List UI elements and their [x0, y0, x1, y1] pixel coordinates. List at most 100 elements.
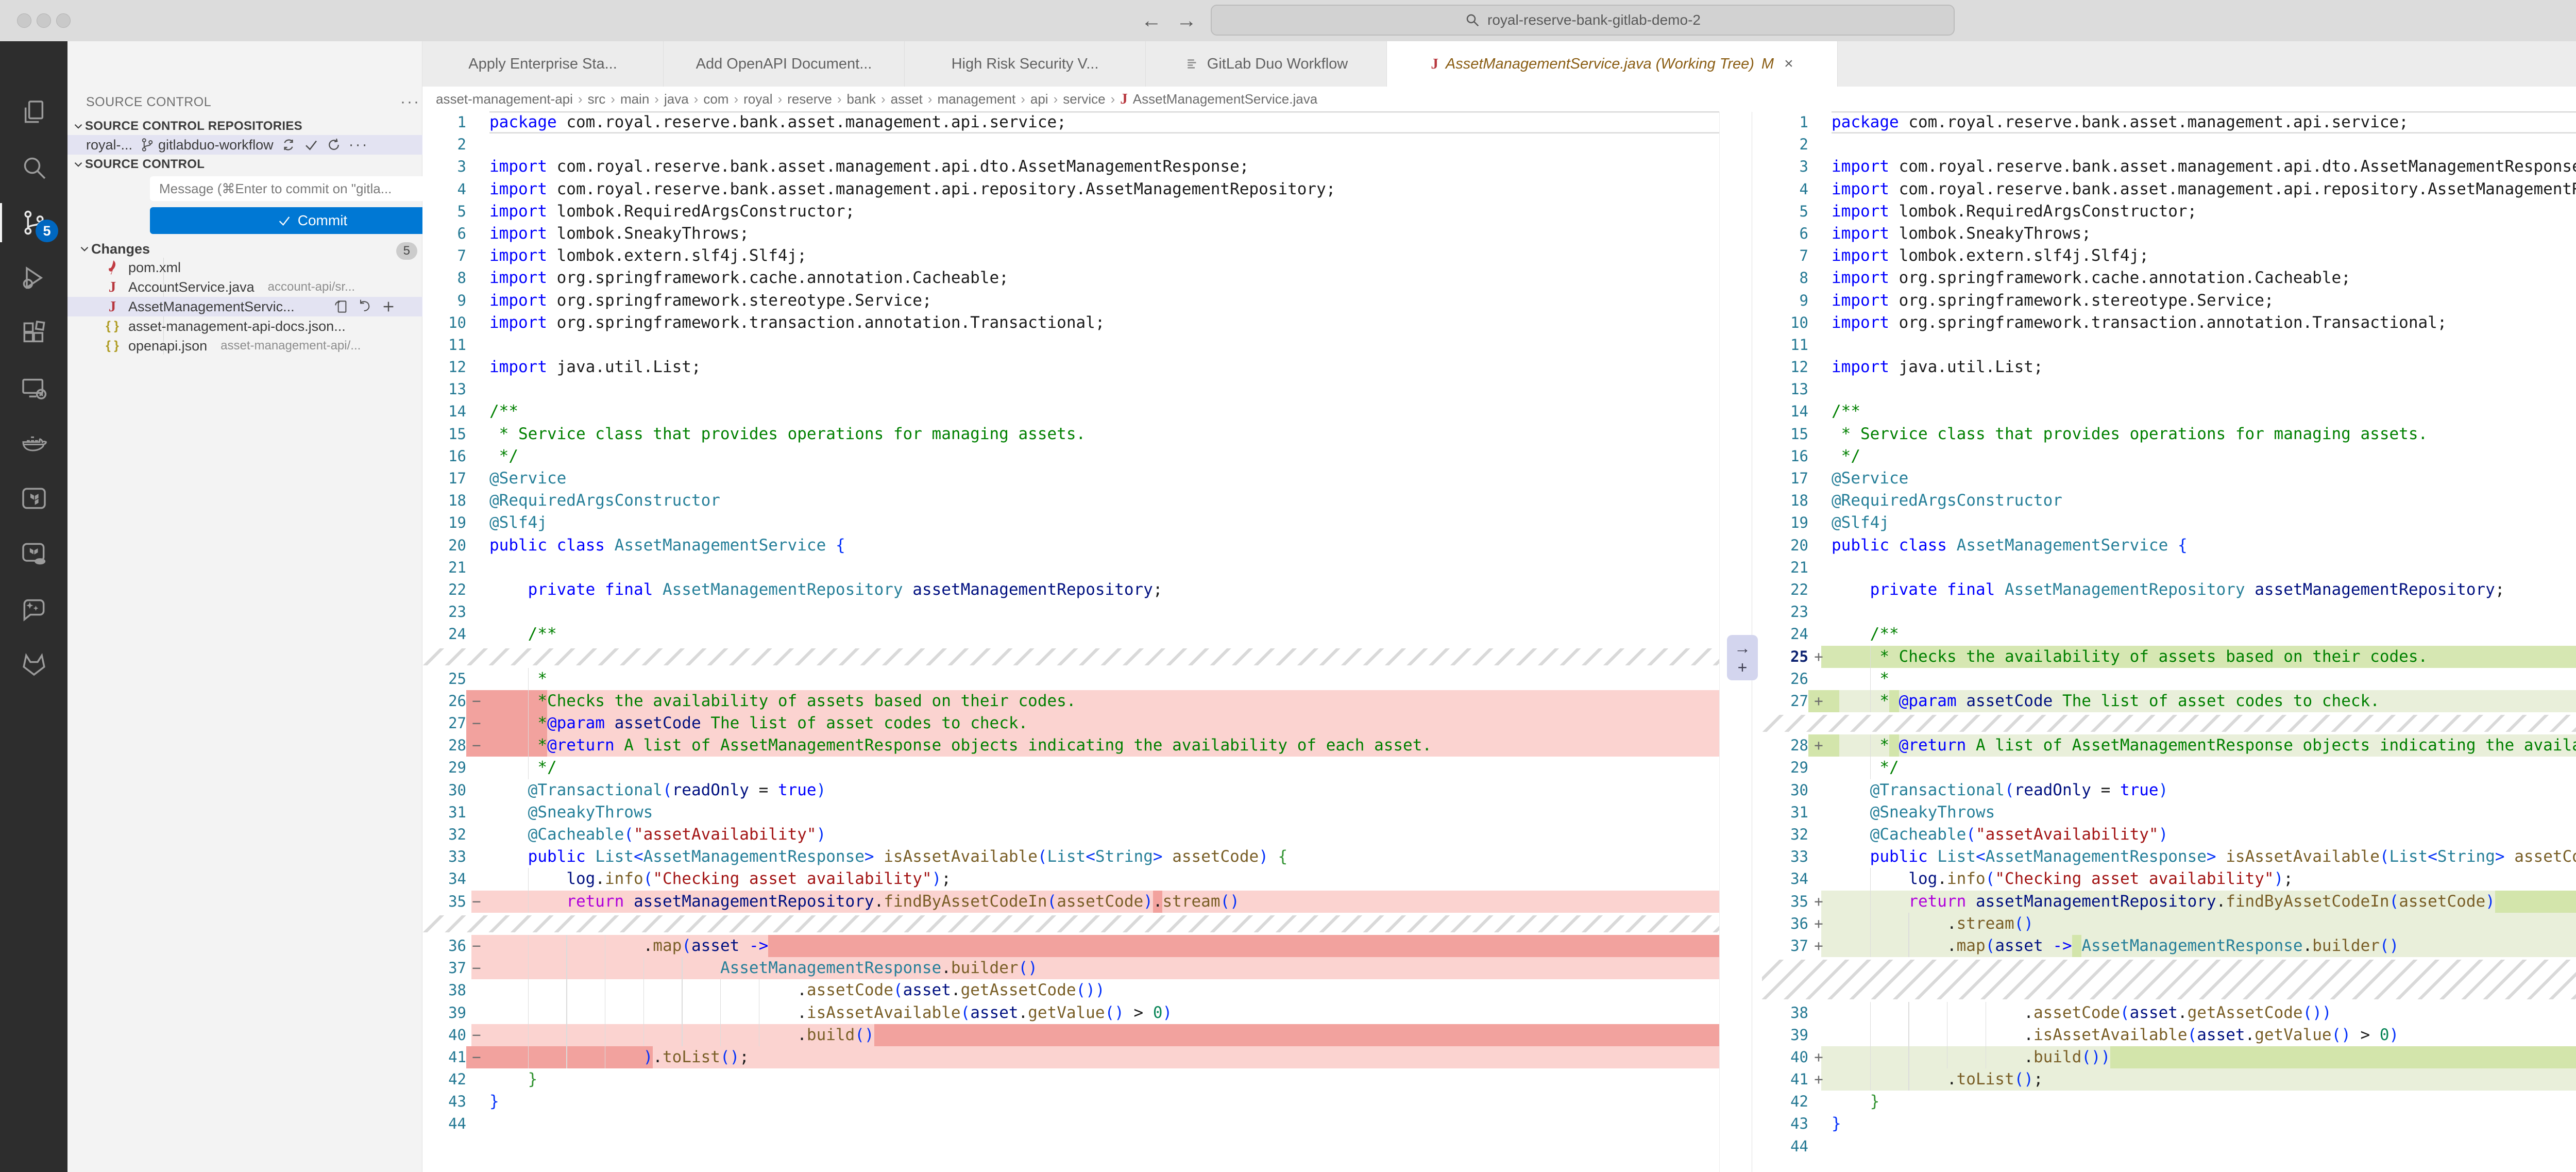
code-line-34[interactable]: 34 log.info("Checking asset availability…	[1752, 868, 2576, 890]
code-line-15[interactable]: 15 * Service class that provides operati…	[1752, 423, 2576, 445]
tab-high-risk-security-v-[interactable]: High Risk Security V...	[905, 41, 1146, 87]
breadcrumb-item[interactable]: java	[664, 91, 689, 107]
diff-spacer[interactable]	[1752, 712, 2576, 734]
close-window-icon[interactable]	[17, 13, 31, 28]
code-line-13[interactable]: 13	[1752, 378, 2576, 400]
code-line-18[interactable]: 18@RequiredArgsConstructor	[1752, 490, 2576, 512]
stage-block-icon[interactable]: +	[1738, 658, 1748, 677]
breadcrumb-item[interactable]: asset	[891, 91, 923, 107]
check-icon[interactable]	[303, 137, 319, 153]
activity-item-explorer[interactable]	[0, 87, 67, 138]
code-line-9[interactable]: 9import org.springframework.stereotype.S…	[422, 290, 1752, 312]
code-line-20[interactable]: 20public class AssetManagementService {	[422, 534, 1752, 557]
tab-gitlab-duo-workflow[interactable]: GitLab Duo Workflow	[1146, 41, 1387, 87]
breadcrumb-item[interactable]: com	[703, 91, 728, 107]
code-line-42[interactable]: 42 }	[422, 1068, 1752, 1091]
minimize-window-icon[interactable]	[37, 13, 51, 28]
code-line-8[interactable]: 8import org.springframework.cache.annota…	[422, 267, 1752, 289]
code-line-23[interactable]: 23	[422, 601, 1752, 623]
tab-add-openapi-document-[interactable]: Add OpenAPI Document...	[664, 41, 905, 87]
navigate-back-icon[interactable]: ←	[1141, 9, 1162, 32]
code-line-34[interactable]: 34 log.info("Checking asset availability…	[422, 868, 1752, 890]
section-source-control[interactable]: SOURCE CONTROL	[67, 156, 427, 173]
file-row-assetmanagementservic-[interactable]: JAssetManagementServic...M	[67, 297, 459, 316]
code-line-1[interactable]: 1package com.royal.reserve.bank.asset.ma…	[1752, 111, 2576, 133]
code-line-24[interactable]: 24 /**	[1752, 623, 2576, 645]
code-line-17[interactable]: 17@Service	[422, 467, 1752, 490]
breadcrumb-item[interactable]: asset-management-api	[436, 91, 573, 107]
code-line-8[interactable]: 8import org.springframework.cache.annota…	[1752, 267, 2576, 289]
code-line-3[interactable]: 3import com.royal.reserve.bank.asset.man…	[1752, 156, 2576, 178]
code-line-12[interactable]: 12import java.util.List;	[1752, 356, 2576, 378]
activity-item-run-debug[interactable]	[0, 252, 67, 304]
code-line-10[interactable]: 10import org.springframework.transaction…	[1752, 312, 2576, 334]
code-line-28[interactable]: 28+ * @return A list of AssetManagementR…	[1752, 734, 2576, 757]
activity-item-terraform-cloud[interactable]	[0, 528, 67, 579]
code-line-29[interactable]: 29 */	[422, 757, 1752, 779]
close-tab-icon[interactable]: ×	[1784, 55, 1793, 73]
code-line-18[interactable]: 18@RequiredArgsConstructor	[422, 490, 1752, 512]
code-line-41[interactable]: 41+ .toList();	[1752, 1068, 2576, 1091]
activity-item-terraform[interactable]	[0, 473, 67, 524]
breadcrumb-item[interactable]: main	[620, 91, 649, 107]
code-line-24[interactable]: 24 /**	[422, 623, 1752, 645]
code-line-44[interactable]: 44	[1752, 1135, 2576, 1158]
code-line-43[interactable]: 43}	[1752, 1113, 2576, 1135]
code-line-27[interactable]: 27− *@param assetCode The list of asset …	[422, 712, 1752, 734]
code-line-6[interactable]: 6import lombok.SneakyThrows;	[1752, 223, 2576, 245]
changes-header[interactable]: Changes 5	[67, 240, 433, 258]
code-line-22[interactable]: 22 private final AssetManagementReposito…	[1752, 579, 2576, 601]
file-row-accountservice-java[interactable]: JAccountService.javaaccount-api/sr...M	[67, 277, 459, 297]
file-row-openapi-json[interactable]: { }openapi.jsonasset-management-api/...U	[67, 336, 459, 356]
code-line-39[interactable]: 39 .isAssetAvailable(asset.getValue() > …	[422, 1002, 1752, 1024]
code-line-2[interactable]: 2	[1752, 133, 2576, 156]
code-line-43[interactable]: 43}	[422, 1091, 1752, 1113]
activity-item-source-control[interactable]: 5	[0, 197, 67, 248]
code-line-12[interactable]: 12import java.util.List;	[422, 356, 1752, 378]
diff-spacer[interactable]	[422, 646, 1752, 668]
code-line-14[interactable]: 14/**	[1752, 400, 2576, 423]
code-line-40[interactable]: 40− .build()	[422, 1024, 1752, 1046]
sidebar-more-actions[interactable]: ···	[400, 93, 420, 111]
code-line-28[interactable]: 28− *@return A list of AssetManagementRe…	[422, 734, 1752, 757]
code-line-41[interactable]: 41− ).toList();	[422, 1046, 1752, 1068]
section-repositories[interactable]: SOURCE CONTROL REPOSITORIES	[67, 118, 427, 135]
code-line-19[interactable]: 19@Slf4j	[422, 512, 1752, 534]
code-line-31[interactable]: 31 @SneakyThrows	[422, 801, 1752, 824]
code-line-32[interactable]: 32 @Cacheable("assetAvailability")	[422, 824, 1752, 846]
code-line-31[interactable]: 31 @SneakyThrows	[1752, 801, 2576, 824]
code-line-44[interactable]: 44	[422, 1113, 1752, 1135]
breadcrumb[interactable]: asset-management-api›src›main›java›com›r…	[422, 87, 2576, 112]
code-line-27[interactable]: 27+ * @param assetCode The list of asset…	[1752, 690, 2576, 712]
code-line-21[interactable]: 21	[1752, 557, 2576, 579]
repo-ellipsis-icon[interactable]: ···	[349, 136, 369, 154]
code-line-21[interactable]: 21	[422, 557, 1752, 579]
tab-apply-enterprise-sta-[interactable]: Apply Enterprise Sta...	[422, 41, 664, 87]
code-line-30[interactable]: 30 @Transactional(readOnly = true)	[1752, 779, 2576, 801]
code-line-7[interactable]: 7import lombok.extern.slf4j.Slf4j;	[1752, 245, 2576, 267]
repository-row[interactable]: royal-... gitlabduo-workflow ···	[67, 135, 441, 155]
stage-plus-icon[interactable]	[380, 298, 397, 315]
sync-icon[interactable]	[281, 137, 296, 153]
code-line-5[interactable]: 5import lombok.RequiredArgsConstructor;	[422, 200, 1752, 223]
code-line-3[interactable]: 3import com.royal.reserve.bank.asset.man…	[422, 156, 1752, 178]
code-line-33[interactable]: 33 public List<AssetManagementResponse> …	[1752, 846, 2576, 868]
code-line-38[interactable]: 38 .assetCode(asset.getAssetCode())	[1752, 1002, 2576, 1024]
command-center-search[interactable]: royal-reserve-bank-gitlab-demo-2	[1211, 5, 1955, 36]
code-line-23[interactable]: 23	[1752, 601, 2576, 623]
activity-item-docker[interactable]	[0, 417, 67, 469]
file-row-asset-management-api-docs-json-[interactable]: { }asset-management-api-docs.json...U	[67, 316, 459, 336]
code-line-2[interactable]: 2	[422, 133, 1752, 156]
navigate-forward-icon[interactable]: →	[1176, 9, 1197, 32]
code-line-35[interactable]: 35+ return assetManagementRepository.fin…	[1752, 891, 2576, 913]
code-line-11[interactable]: 11	[422, 334, 1752, 356]
code-line-16[interactable]: 16 */	[422, 445, 1752, 467]
discard-icon[interactable]	[357, 298, 373, 315]
diff-spacer[interactable]	[422, 913, 1752, 935]
code-line-35[interactable]: 35− return assetManagementRepository.fin…	[422, 891, 1752, 913]
breadcrumb-item[interactable]: royal	[743, 91, 772, 107]
code-line-29[interactable]: 29 */	[1752, 757, 2576, 779]
code-line-20[interactable]: 20public class AssetManagementService {	[1752, 534, 2576, 557]
code-line-37[interactable]: 37+ .map(asset -> AssetManagementRespons…	[1752, 935, 2576, 957]
code-line-6[interactable]: 6import lombok.SneakyThrows;	[422, 223, 1752, 245]
